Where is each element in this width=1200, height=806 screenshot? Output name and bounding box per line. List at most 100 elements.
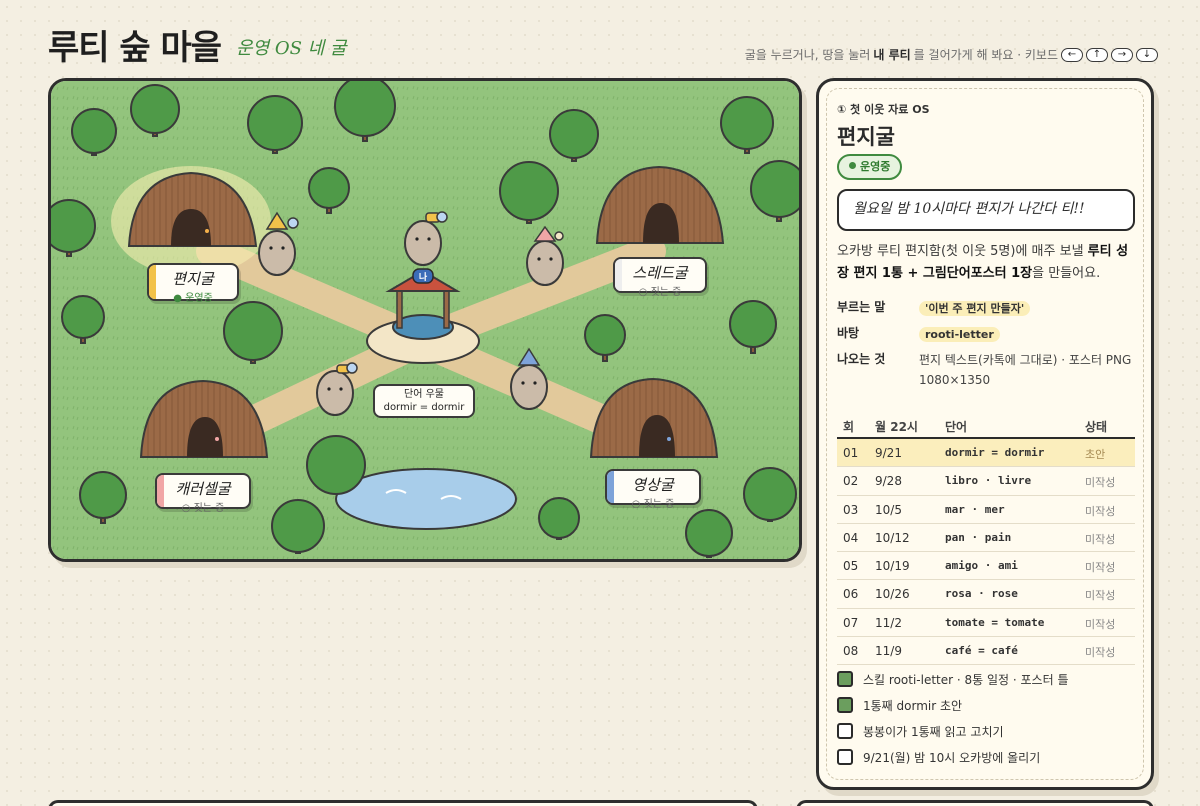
hint-prefix: 굴을 누르거나, 땅을 눌러 — [744, 48, 871, 62]
desc-part2: 을 만들어요. — [1032, 266, 1101, 281]
cave-stripe — [607, 471, 614, 503]
col-header: 월 22시 — [875, 420, 918, 434]
panel-description: 오카방 루티 편지함(첫 이웃 5명)에 매주 보낼 루티 성장 편지 1통 +… — [837, 241, 1137, 285]
well-badge: 나 — [419, 271, 428, 283]
panel-eyebrow: ① 첫 이웃 자료 OS — [837, 103, 930, 116]
field-value: '이번 주 편지 만들자' — [919, 298, 1137, 319]
signboard-line1: 단어 우물 — [404, 389, 444, 400]
row-date: 9/28 — [875, 474, 902, 489]
status-badge-text: 운영중 — [860, 160, 891, 173]
cave-letter[interactable] — [111, 166, 271, 276]
key-right-icon[interactable]: → — [1111, 47, 1133, 62]
row-word: mar · mer — [945, 502, 1005, 516]
table-row[interactable]: 03 10/5 mar · mer 미작성 — [837, 496, 1135, 524]
row-no: 02 — [843, 474, 859, 489]
table-row[interactable]: 01 9/21 dormir = dormir 초안 — [837, 439, 1135, 468]
schedule-table: 회 월 22시 단어 상태 01 9/21 dormir = dormir 초안 02… — [837, 411, 1135, 666]
table-row[interactable]: 04 10/12 pan · pain 미작성 — [837, 524, 1135, 553]
status-badge: 운영중 — [837, 154, 903, 180]
key-up-icon[interactable]: ↑ — [1086, 47, 1108, 62]
field-value: rooti-letter — [919, 324, 1137, 345]
next-section-card — [48, 800, 758, 806]
checklist-item[interactable]: 스킬 rooti-letter · 8통 일정 · 포스터 틀 — [837, 669, 1137, 695]
row-date: 10/5 — [875, 502, 902, 517]
well-signboard[interactable]: 단어 우물 dormir = dormir — [373, 384, 475, 418]
col-header: 단어 — [945, 420, 968, 434]
controls-hint: 굴을 누르거나, 땅을 눌러 내 루티 를 걸어가게 해 봐요 · 키보드 ← … — [745, 46, 1158, 63]
table-row[interactable]: 08 11/9 café = café 미작성 — [837, 637, 1135, 666]
page-subtitle: 운영 OS 네 굴 — [236, 38, 347, 59]
table-row[interactable]: 02 9/28 libro · livre 미작성 — [837, 467, 1135, 496]
checkbox-checked[interactable] — [837, 697, 853, 713]
detail-panel: ① 첫 이웃 자료 OS 편지굴 운영중 월요일 밤 10시마다 편지가 나간다… — [816, 78, 1154, 790]
cave-status-text: 짓는 중 — [650, 287, 682, 298]
hint-suffix: 를 걸어가게 해 봐요 · 키보드 — [913, 48, 1058, 62]
checklist-label: 1통째 dormir 초안 — [863, 699, 963, 713]
row-status: 미작성 — [1085, 589, 1116, 603]
row-status: 미작성 — [1085, 646, 1116, 660]
field-key: 부르는 말 — [837, 300, 886, 314]
tree — [685, 509, 733, 558]
row-no: 03 — [843, 502, 859, 517]
checklist-label: 스킬 rooti-letter · 8통 일정 · 포스터 틀 — [863, 673, 1069, 687]
trigger-pill: '이번 주 편지 만들자' — [919, 301, 1031, 316]
row-status: 미작성 — [1085, 476, 1116, 490]
row-word: amigo · ami — [945, 559, 1018, 573]
checklist: 스킬 rooti-letter · 8통 일정 · 포스터 틀 1통째 dorm… — [837, 669, 1137, 773]
field-value: 편지 텍스트(카톡에 그대로) · 포스터 PNG 1080×1350 — [919, 353, 1132, 387]
table-row[interactable]: 07 11/2 tomate = tomate 미작성 — [837, 609, 1135, 638]
table-row[interactable]: 05 10/19 amigo · ami 미작성 — [837, 552, 1135, 581]
cave-name: 스레드굴 — [632, 264, 688, 282]
cave-name: 캐러셀굴 — [175, 480, 231, 498]
desc-part1: 오카방 루티 편지함(첫 이웃 5명)에 매주 보낼 — [837, 244, 1088, 259]
checklist-label: 봉봉이가 1통째 읽고 고치기 — [863, 725, 1004, 739]
row-no: 07 — [843, 615, 859, 630]
cave-status-text: 짓는 중 — [643, 499, 675, 510]
speech-bubble: 월요일 밤 10시마다 편지가 나간다 티!! — [837, 189, 1135, 231]
status-dot-icon — [849, 162, 856, 169]
field-key: 바탕 — [837, 326, 860, 340]
header: 루티 숲 마을 운영 OS 네 굴 굴을 누르거나, 땅을 눌러 내 루티 를 … — [48, 20, 1158, 70]
row-status: 미작성 — [1085, 561, 1116, 575]
row-word: café = café — [945, 644, 1018, 658]
cave-stripe — [149, 265, 156, 299]
cave-name: 영상굴 — [632, 476, 674, 494]
checklist-item[interactable]: 봉봉이가 1통째 읽고 고치기 — [837, 721, 1137, 747]
row-word: dormir = dormir — [945, 446, 1045, 459]
checklist-label: 9/21(월) 밤 10시 오카방에 올리기 — [863, 751, 1041, 765]
cave-label-letter[interactable]: 편지굴 ● 운영중 — [147, 263, 239, 304]
row-date: 10/26 — [875, 587, 910, 602]
row-word: tomate = tomate — [945, 615, 1045, 629]
key-down-icon[interactable]: ↓ — [1136, 47, 1158, 62]
row-date: 9/21 — [875, 446, 902, 460]
cave-status-text: 운영중 — [185, 293, 213, 304]
cave-status: ○ 짓는 중 — [631, 499, 675, 510]
row-no: 01 — [843, 446, 859, 460]
cave-status-text: 짓는 중 — [193, 503, 225, 514]
row-status: 미작성 — [1085, 617, 1116, 631]
cave-label-thread[interactable]: 스레드굴 ○ 짓는 중 — [613, 257, 707, 298]
checkbox-unchecked[interactable] — [837, 749, 853, 765]
row-no: 04 — [843, 530, 859, 545]
row-date: 11/9 — [875, 644, 902, 659]
tree — [306, 435, 366, 495]
base-pill: rooti-letter — [919, 327, 1000, 342]
cave-label-carousel[interactable]: 캐러셀굴 ○ 짓는 중 — [155, 473, 251, 514]
checkbox-unchecked[interactable] — [837, 723, 853, 739]
cave-label-video[interactable]: 영상굴 ○ 짓는 중 — [605, 469, 701, 510]
row-date: 11/2 — [875, 615, 902, 630]
checklist-item[interactable]: 9/21(월) 밤 10시 오카방에 올리기 — [837, 747, 1137, 773]
key-left-icon[interactable]: ← — [1061, 47, 1083, 62]
row-no: 08 — [843, 644, 859, 659]
tree — [271, 499, 325, 554]
table-row[interactable]: 06 10/26 rosa · rose 미작성 — [837, 580, 1135, 609]
page-title: 루티 숲 마을 — [48, 28, 222, 68]
checkbox-checked[interactable] — [837, 671, 853, 687]
village-map[interactable]: 나 편지굴 ● 운영중 스레드굴 ○ 짓는 중 캐러셀굴 ○ 짓는 중 영상굴 … — [48, 78, 802, 562]
checklist-item[interactable]: 1통째 dormir 초안 — [837, 695, 1137, 721]
tree — [538, 497, 580, 540]
row-word: libro · livre — [945, 474, 1032, 488]
row-status: 미작성 — [1085, 532, 1116, 546]
cave-status: ● 운영중 — [173, 293, 213, 304]
signboard-line2: dormir = dormir — [383, 402, 465, 413]
